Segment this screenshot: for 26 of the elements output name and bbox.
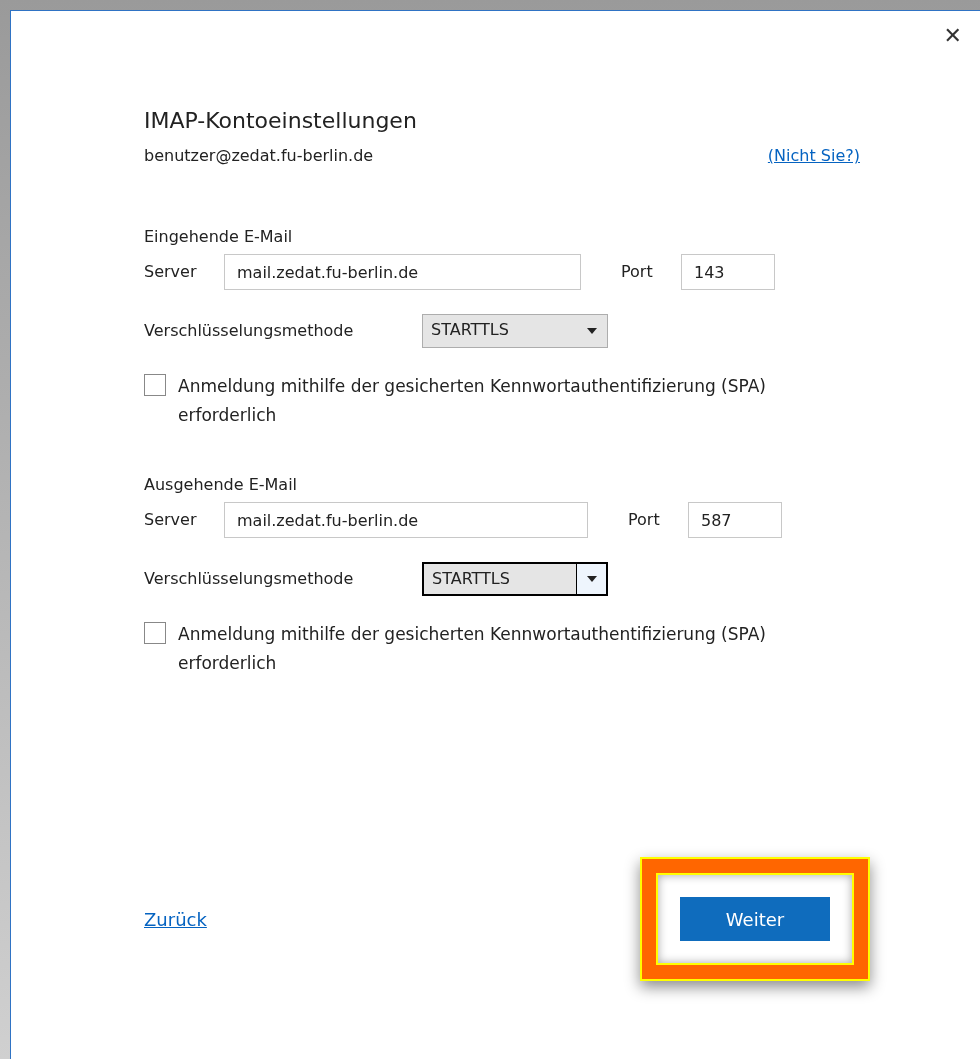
encryption-label: Verschlüsselungsmethode xyxy=(144,568,355,590)
back-link[interactable]: Zurück xyxy=(144,905,207,933)
port-field[interactable]: 587 xyxy=(688,502,782,538)
not-you-link[interactable]: (Nicht Sie?) xyxy=(767,144,860,168)
account-email: benutzer@zedat.fu-berlin.de xyxy=(144,145,374,167)
encryption-dropdown[interactable]: STARTTLS xyxy=(422,314,608,348)
close-button[interactable]: ✕ xyxy=(943,25,962,47)
dropdown-caret-icon xyxy=(586,576,597,582)
encryption-dropdown[interactable]: STARTTLS xyxy=(422,562,608,596)
server-label: Server xyxy=(144,509,198,531)
next-button[interactable]: Weiter xyxy=(680,897,830,941)
dialog-title: IMAP-Kontoeinstellungen xyxy=(144,107,418,135)
server-label: Server xyxy=(144,261,198,283)
spa-label: Anmeldung mithilfe der gesicherten Kennwortauthentifizierung (SPA) erforderlich xyxy=(178,375,767,427)
spa-checkbox[interactable] xyxy=(144,622,166,644)
port-label: Port xyxy=(628,509,661,531)
section-heading: Ausgehende E-Mail xyxy=(144,474,298,496)
server-field[interactable]: mail.zedat.fu-berlin.de xyxy=(224,254,581,290)
port-field[interactable]: 143 xyxy=(681,254,775,290)
spa-label: Anmeldung mithilfe der gesicherten Kennwortauthentifizierung (SPA) erforderlich xyxy=(178,623,767,675)
spa-checkbox[interactable] xyxy=(144,374,166,396)
port-label: Port xyxy=(621,261,654,283)
server-field[interactable]: mail.zedat.fu-berlin.de xyxy=(224,502,588,538)
dropdown-caret-icon xyxy=(587,328,597,334)
section-heading: Eingehende E-Mail xyxy=(144,226,294,248)
encryption-label: Verschlüsselungsmethode xyxy=(144,320,355,342)
